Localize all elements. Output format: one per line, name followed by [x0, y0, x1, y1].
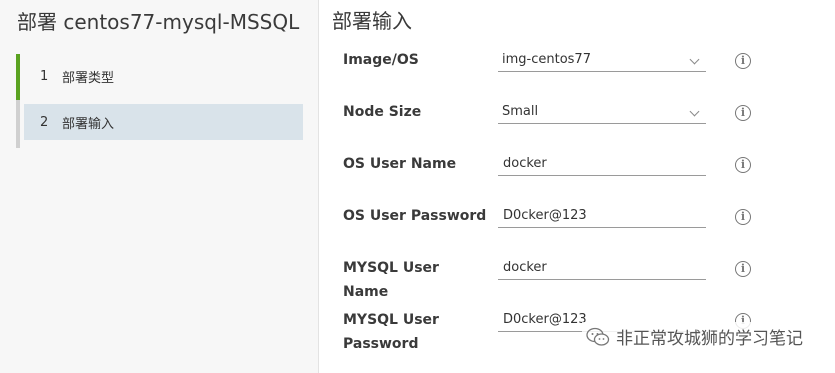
- os-user-password-label: OS User Password: [343, 208, 487, 224]
- chevron-down-icon: [689, 54, 700, 65]
- wizard-step-deploy-input[interactable]: 2 部署输入: [16, 100, 303, 148]
- chevron-down-icon: [689, 106, 700, 117]
- os-user-password-input[interactable]: D0cker@123: [498, 205, 706, 228]
- image-os-value: img-centos77: [502, 52, 591, 67]
- step-progress-bar: [16, 54, 20, 102]
- info-icon[interactable]: i: [735, 261, 751, 277]
- wechat-logo-icon: [586, 327, 610, 347]
- step-number: 2: [40, 114, 49, 130]
- os-user-password-value: D0cker@123: [503, 208, 587, 223]
- watermark: 非正常攻城狮的学习笔记: [582, 322, 807, 351]
- node-size-select[interactable]: Small: [498, 101, 706, 124]
- wizard-title: 部署 centos77-mysql-MSSQL: [17, 10, 300, 34]
- info-icon[interactable]: i: [735, 105, 751, 121]
- node-size-value: Small: [502, 104, 539, 119]
- step-progress-bar: [16, 100, 20, 148]
- os-user-name-value: docker: [503, 156, 547, 171]
- os-user-name-input[interactable]: docker: [498, 153, 706, 176]
- mysql-user-name-value: docker: [503, 260, 547, 275]
- info-icon[interactable]: i: [735, 53, 751, 69]
- mysql-user-name-input[interactable]: docker: [498, 257, 706, 280]
- wizard-sidebar: 部署 centos77-mysql-MSSQL 1 部署类型 2 部署输入: [0, 0, 319, 373]
- image-os-label: Image/OS: [343, 52, 419, 68]
- node-size-label: Node Size: [343, 104, 422, 120]
- info-icon[interactable]: i: [735, 157, 751, 173]
- mysql-user-password-label: MYSQL User Password: [343, 312, 439, 352]
- os-user-name-label: OS User Name: [343, 156, 457, 172]
- step-label: 部署类型: [62, 70, 115, 86]
- watermark-text: 非正常攻城狮的学习笔记: [616, 329, 803, 349]
- mysql-user-password-value: D0cker@123: [503, 312, 587, 327]
- wizard-steps: 1 部署类型 2 部署输入: [16, 54, 303, 150]
- wizard-step-deploy-type[interactable]: 1 部署类型: [16, 54, 303, 102]
- image-os-select[interactable]: img-centos77: [498, 49, 706, 72]
- step-label: 部署输入: [62, 116, 115, 132]
- step-number: 1: [40, 68, 49, 84]
- mysql-user-name-label: MYSQL User Name: [343, 260, 439, 300]
- info-icon[interactable]: i: [735, 209, 751, 225]
- section-title: 部署输入: [332, 9, 412, 33]
- form-panel: 部署输入 Image/OS img-centos77 i Node Size S…: [319, 0, 835, 373]
